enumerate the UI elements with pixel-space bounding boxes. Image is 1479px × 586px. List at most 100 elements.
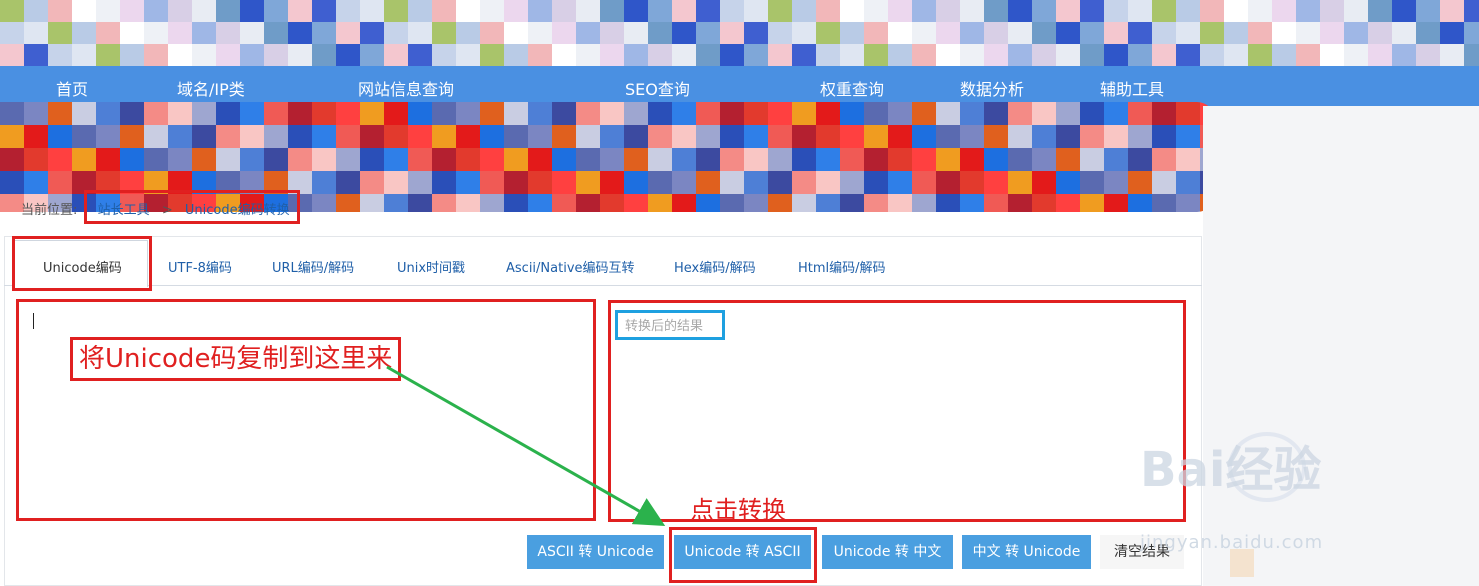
mosaic-cell bbox=[624, 194, 648, 212]
mosaic-cell bbox=[576, 171, 600, 194]
mosaic-cell bbox=[1032, 102, 1056, 125]
mosaic-cell bbox=[144, 125, 168, 148]
mosaic-cell bbox=[1440, 22, 1464, 44]
mosaic-cell bbox=[1152, 22, 1176, 44]
mosaic-cell bbox=[312, 0, 336, 22]
mosaic-cell bbox=[0, 148, 24, 171]
tab-unix-time[interactable]: Unix时间戳 bbox=[397, 257, 465, 276]
mosaic-cell bbox=[384, 194, 408, 212]
mosaic-cell bbox=[1440, 0, 1464, 22]
mosaic-cell bbox=[1200, 0, 1224, 22]
tab-url[interactable]: URL编码/解码 bbox=[272, 257, 354, 276]
mosaic-cell bbox=[480, 171, 504, 194]
mosaic-cell bbox=[792, 148, 816, 171]
mosaic-cell bbox=[432, 125, 456, 148]
mosaic-cell bbox=[816, 171, 840, 194]
chinese-to-unicode-button[interactable]: 中文 转 Unicode bbox=[962, 535, 1091, 569]
mosaic-cell bbox=[408, 0, 432, 22]
mosaic-cell bbox=[1056, 148, 1080, 171]
mosaic-cell bbox=[1104, 0, 1128, 22]
mosaic-cell bbox=[1176, 44, 1200, 66]
mosaic-cell bbox=[312, 194, 336, 212]
mosaic-cell bbox=[864, 22, 888, 44]
mosaic-cell bbox=[504, 171, 528, 194]
mosaic-cell bbox=[1320, 0, 1344, 22]
tab-ascii-native[interactable]: Ascii/Native编码互转 bbox=[506, 257, 635, 276]
mosaic-cell bbox=[0, 171, 24, 194]
click-hint-annotation: 点击转换 bbox=[690, 496, 786, 524]
mosaic-cell bbox=[1080, 102, 1104, 125]
mosaic-cell bbox=[72, 0, 96, 22]
mosaic-cell bbox=[912, 125, 936, 148]
unicode-to-chinese-button[interactable]: Unicode 转 中文 bbox=[822, 535, 953, 569]
mosaic-cell bbox=[1056, 171, 1080, 194]
mosaic-cell bbox=[768, 44, 792, 66]
mosaic-cell bbox=[1104, 22, 1128, 44]
mosaic-cell bbox=[216, 44, 240, 66]
mosaic-cell bbox=[720, 0, 744, 22]
nav-site-info[interactable]: 网站信息查询 bbox=[358, 76, 454, 100]
mosaic-cell bbox=[984, 148, 1008, 171]
nav-domain-ip[interactable]: 域名/IP类 bbox=[177, 76, 245, 100]
button-highlight-box bbox=[669, 527, 817, 583]
mosaic-cell bbox=[864, 171, 888, 194]
mosaic-cell bbox=[72, 102, 96, 125]
mosaic-cell bbox=[528, 148, 552, 171]
input-textarea[interactable] bbox=[16, 299, 596, 521]
mosaic-cell bbox=[744, 148, 768, 171]
nav-home[interactable]: 首页 bbox=[56, 76, 88, 100]
mosaic-cell bbox=[264, 125, 288, 148]
mosaic-cell bbox=[648, 194, 672, 212]
mosaic-cell bbox=[600, 125, 624, 148]
mosaic-cell bbox=[840, 171, 864, 194]
mosaic-cell bbox=[144, 22, 168, 44]
mosaic-cell bbox=[504, 125, 528, 148]
mosaic-cell bbox=[432, 102, 456, 125]
mosaic-cell bbox=[480, 194, 504, 212]
mosaic-cell bbox=[456, 0, 480, 22]
mosaic-cell bbox=[1200, 44, 1224, 66]
mosaic-cell bbox=[768, 194, 792, 212]
ascii-to-unicode-button[interactable]: ASCII 转 Unicode bbox=[527, 535, 664, 569]
mosaic-cell bbox=[600, 148, 624, 171]
mosaic-cell bbox=[168, 22, 192, 44]
pixelated-banner-top bbox=[0, 0, 1479, 66]
nav-tools[interactable]: 辅助工具 bbox=[1100, 76, 1164, 100]
tab-utf8[interactable]: UTF-8编码 bbox=[168, 257, 232, 276]
mosaic-cell bbox=[1416, 22, 1440, 44]
mosaic-cell bbox=[240, 22, 264, 44]
mosaic-cell bbox=[960, 0, 984, 22]
nav-seo[interactable]: SEO查询 bbox=[625, 76, 690, 100]
mosaic-cell bbox=[696, 44, 720, 66]
mosaic-cell bbox=[1008, 44, 1032, 66]
mosaic-cell bbox=[672, 125, 696, 148]
mosaic-cell bbox=[120, 44, 144, 66]
mosaic-cell bbox=[240, 102, 264, 125]
mosaic-cell bbox=[600, 102, 624, 125]
nav-weight[interactable]: 权重查询 bbox=[820, 76, 884, 100]
tab-html[interactable]: Html编码/解码 bbox=[798, 257, 886, 276]
mosaic-cell bbox=[480, 102, 504, 125]
mosaic-cell bbox=[48, 44, 72, 66]
mosaic-cell bbox=[384, 102, 408, 125]
mosaic-cell bbox=[936, 171, 960, 194]
mosaic-cell bbox=[912, 148, 936, 171]
mosaic-cell bbox=[24, 44, 48, 66]
mosaic-cell bbox=[1080, 125, 1104, 148]
mosaic-cell bbox=[888, 44, 912, 66]
mosaic-cell bbox=[96, 102, 120, 125]
mosaic-cell bbox=[1368, 0, 1392, 22]
nav-analytics[interactable]: 数据分析 bbox=[960, 76, 1024, 100]
mosaic-cell bbox=[504, 148, 528, 171]
mosaic-cell bbox=[120, 102, 144, 125]
mosaic-cell bbox=[120, 148, 144, 171]
mosaic-cell bbox=[552, 148, 576, 171]
mosaic-cell bbox=[816, 44, 840, 66]
mosaic-cell bbox=[336, 148, 360, 171]
mosaic-cell bbox=[696, 194, 720, 212]
mosaic-cell bbox=[912, 102, 936, 125]
tab-hex[interactable]: Hex编码/解码 bbox=[674, 257, 756, 276]
mosaic-cell bbox=[648, 171, 672, 194]
mosaic-cell bbox=[528, 125, 552, 148]
mosaic-cell bbox=[624, 125, 648, 148]
